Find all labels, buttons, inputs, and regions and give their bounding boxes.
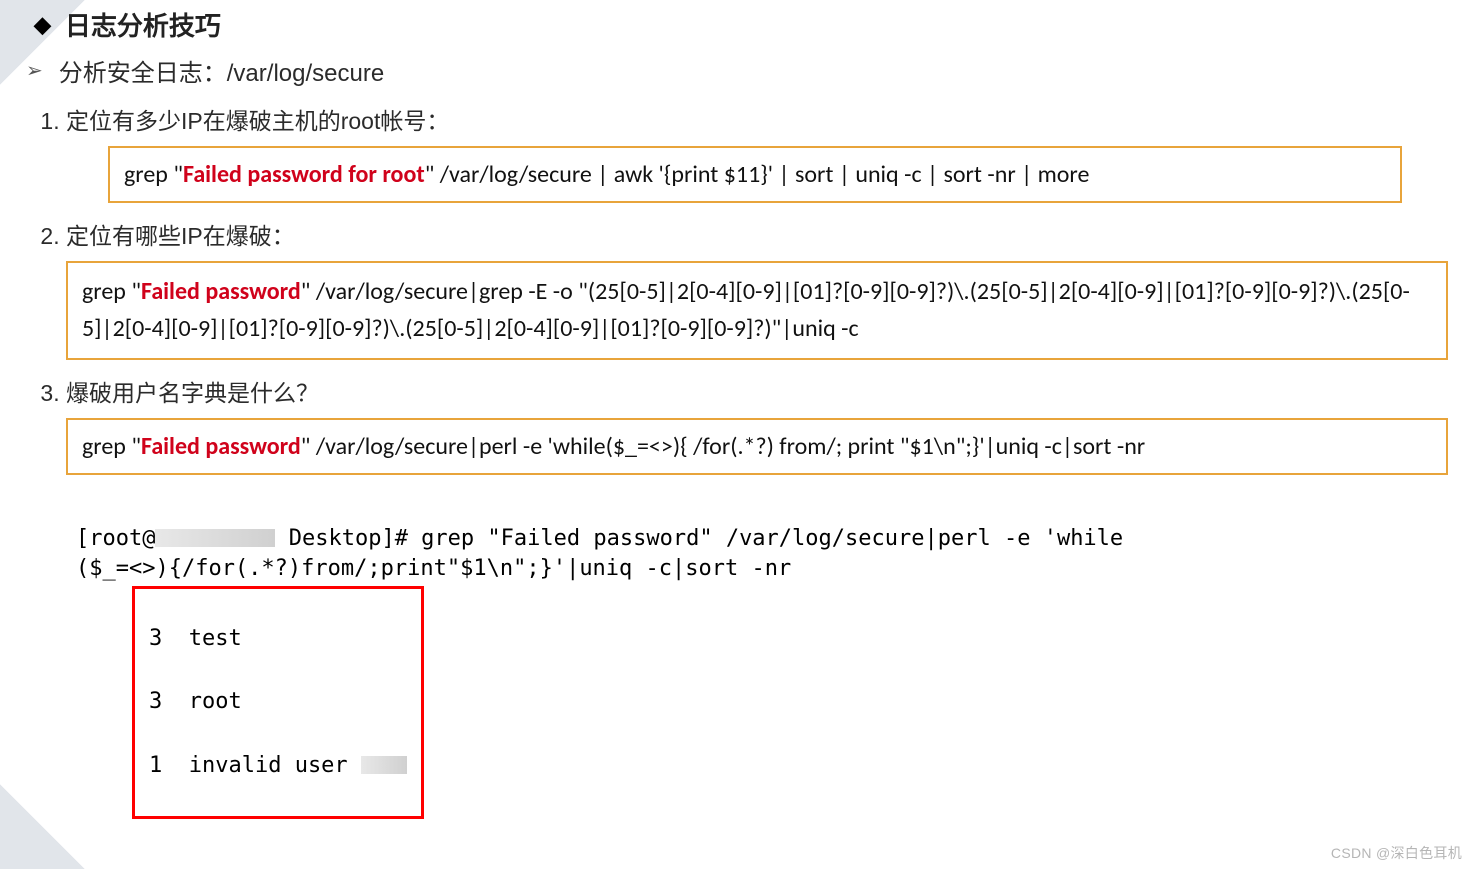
cmd-post: " /var/log/secure | awk '{print $11}' | …: [425, 160, 1090, 189]
title-text: 日志分析技巧: [65, 6, 221, 43]
cmd-pre: grep ": [82, 432, 141, 461]
steps-list: 定位有多少IP在爆破主机的root帐号： grep "Failed passwo…: [38, 102, 1460, 849]
terminal-output: [root@ Desktop]# grep "Failed password" …: [66, 489, 1448, 849]
section-subtitle: ➢ 分析安全日志：/var/log/secure: [26, 53, 1460, 88]
command-box: grep "Failed password" /var/log/secure|p…: [66, 418, 1448, 475]
redacted-user: [361, 756, 407, 774]
term-line: [root@ Desktop]# grep "Failed password" …: [76, 526, 1123, 551]
cmd-pre: grep ": [82, 277, 141, 306]
cmd-highlight: Failed password: [141, 432, 301, 461]
chevron-right-icon: ➢: [26, 58, 43, 83]
section-title: ◆ 日志分析技巧: [34, 6, 1460, 43]
step-item: 定位有哪些IP在爆破： grep "Failed password" /var/…: [66, 217, 1460, 359]
cmd-highlight: Failed password for root: [183, 160, 425, 189]
result-row: 3 test: [149, 623, 407, 655]
cmd-pre: grep ": [124, 160, 183, 189]
watermark-text: CSDN @深白色耳机: [1331, 843, 1462, 863]
result-row: 3 root: [149, 686, 407, 718]
subtitle-text: 分析安全日志：/var/log/secure: [59, 53, 384, 88]
step-label: 定位有哪些IP在爆破：: [66, 223, 295, 249]
command-box: grep "Failed password" /var/log/secure|g…: [66, 261, 1448, 359]
step-label: 爆破用户名字典是什么？: [66, 380, 319, 406]
step-item: 爆破用户名字典是什么？ grep "Failed password" /var/…: [66, 374, 1460, 849]
step-label: 定位有多少IP在爆破主机的root帐号：: [66, 108, 449, 134]
step-item: 定位有多少IP在爆破主机的root帐号： grep "Failed passwo…: [66, 102, 1460, 203]
redacted-host: [155, 529, 275, 547]
command-box: grep "Failed password for root" /var/log…: [108, 146, 1402, 203]
term-line: ($_=<>){/for(.*?)from/;print"$1\n";}'|un…: [76, 556, 791, 581]
cmd-post: " /var/log/secure|perl -e 'while($_=<>){…: [301, 432, 1145, 461]
bullet-diamond-icon: ◆: [34, 14, 51, 36]
cmd-highlight: Failed password: [141, 277, 301, 306]
result-row: 1 invalid user: [149, 750, 407, 782]
result-highlight-box: 3 test 3 root 1 invalid user: [132, 586, 424, 819]
